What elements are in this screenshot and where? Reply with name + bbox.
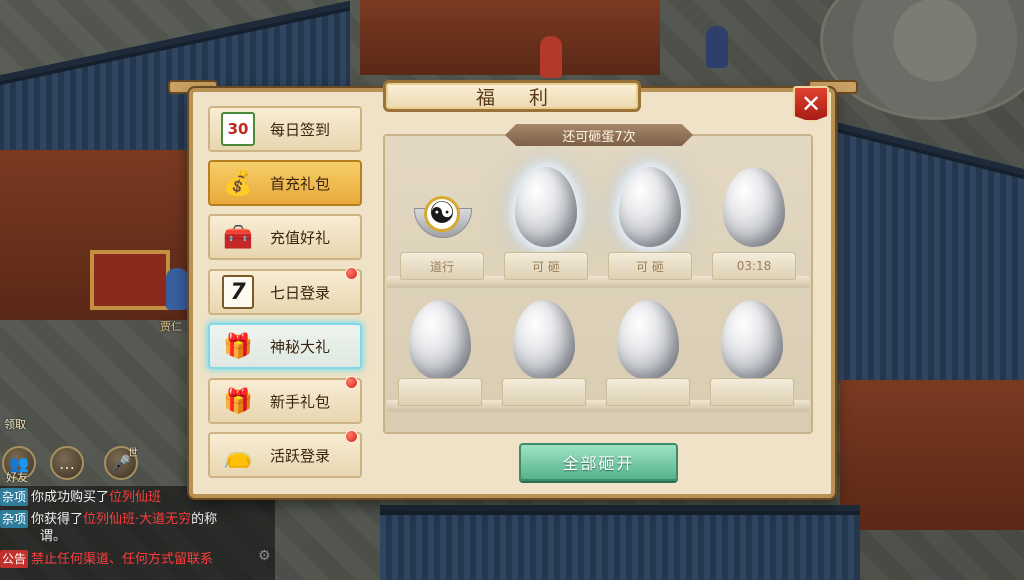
stone-plaza-medallion [820, 0, 1024, 120]
egg-pedestal: 03:18 [712, 252, 796, 280]
menu-item-active-login[interactable]: 👝 活跃登录 [208, 430, 362, 478]
claim-label: 领取 [4, 418, 26, 431]
egg-pedestal: 道行 [400, 252, 484, 280]
chat-bubble-icon: … [59, 453, 75, 473]
remaining-smashes-text: 还可砸蛋7次 [562, 129, 636, 145]
menu-item-mystery-gift[interactable]: 🎁 神秘大礼 [208, 323, 362, 369]
egg-pedestal [398, 378, 482, 406]
calendar-30-icon-face: 30 [221, 112, 255, 146]
menu-item-seven-day-login[interactable]: 7 七日登录 [208, 267, 362, 315]
egg-status-label: 可 砸 [636, 259, 664, 274]
egg-status-label: 可 砸 [532, 259, 560, 274]
remaining-smashes-banner: 还可砸蛋7次 [505, 124, 693, 146]
egg-pedestal [502, 378, 586, 406]
chat-highlight[interactable]: 位列仙班·大道无穷 [83, 512, 191, 527]
calendar-7-icon-face: 7 [222, 275, 254, 309]
mystery-chest-icon: 🎁 [223, 332, 253, 360]
chat-button[interactable]: … [50, 446, 84, 480]
close-button[interactable]: ✕ [793, 86, 829, 122]
voice-channel-label: 世 [128, 448, 138, 459]
egg-pedestal: 可 砸 [608, 252, 692, 280]
chat-text: 你成功购买了 [31, 490, 110, 505]
calendar-30-icon: 30 [218, 109, 258, 149]
chat-text-tail: 的称 [191, 512, 218, 527]
menu-item-label: 神秘大礼 [270, 337, 331, 356]
menu-item-newbie-pack[interactable]: 🎁 新手礼包 [208, 376, 362, 424]
chat-log[interactable]: 杂项 你成功购买了位列仙班 杂项 你获得了位列仙班·大道无穷的称 谓。 公告 禁止任何… [0, 486, 275, 580]
npc-figure[interactable] [706, 26, 728, 68]
menu-item-label: 七日登录 [270, 283, 331, 302]
chat-settings-gear-icon[interactable]: ⚙ [258, 548, 271, 564]
smash-all-button[interactable]: 全部砸开 [519, 443, 678, 481]
chat-line: 公告 禁止任何渠道、任何方式留联系 [0, 550, 213, 569]
chat-line: 谓。 [40, 528, 66, 546]
building-top [360, 0, 660, 75]
notification-dot [345, 376, 358, 389]
menu-item-recharge-gift[interactable]: 🧰 充值好礼 [208, 214, 362, 260]
chat-channel-tag: 杂项 [0, 488, 29, 506]
chat-highlight: 禁止任何渠道、任何方式留联系 [31, 552, 214, 567]
welfare-menu: 30 每日签到 💰 首充礼包 🧰 充值好礼 7 七日登录 🎁 神秘大礼 🎁 新手… [202, 100, 368, 484]
egg-pedestal [710, 378, 794, 406]
gold-coin-bag-icon: 💰 [223, 169, 253, 197]
notification-dot [345, 267, 358, 280]
npc-figure[interactable] [166, 268, 188, 310]
panel-title: 福 利 [475, 86, 563, 109]
friends-label: 好友 [6, 471, 28, 484]
smash-all-label: 全部砸开 [562, 454, 635, 473]
npc-figure[interactable] [540, 36, 562, 78]
chat-line: 杂项 你获得了位列仙班·大道无穷的称 [0, 510, 217, 529]
menu-item-label: 每日签到 [270, 120, 331, 139]
menu-item-label: 新手礼包 [270, 392, 331, 411]
chat-text: 你获得了 [31, 512, 84, 527]
chat-line: 杂项 你成功购买了位列仙班 [0, 488, 161, 507]
red-carpet [90, 250, 170, 310]
egg-timer-label: 03:18 [736, 259, 772, 273]
egg-status-label: 道行 [429, 259, 454, 274]
close-icon: ✕ [800, 90, 822, 118]
notification-dot [345, 430, 358, 443]
egg-pedestal [606, 378, 690, 406]
menu-item-label: 首充礼包 [270, 174, 331, 193]
pavilion-roof-bottom [380, 505, 860, 580]
menu-item-first-recharge[interactable]: 💰 首充礼包 [208, 160, 362, 206]
menu-item-label: 充值好礼 [270, 228, 331, 247]
menu-item-label: 活跃登录 [270, 446, 331, 465]
red-pouch-icon: 👝 [223, 441, 253, 469]
chat-channel-tag: 公告 [0, 550, 29, 568]
panel-title-plate: 福 利 [383, 80, 641, 112]
npc-name-label: 贾仁 [160, 320, 182, 333]
menu-item-daily-checkin[interactable]: 30 每日签到 [208, 106, 362, 152]
chat-text: 谓。 [40, 529, 67, 544]
chat-channel-tag: 杂项 [0, 510, 29, 528]
taoism-reward-icon: ☯ [424, 196, 460, 232]
egg-pedestal: 可 砸 [504, 252, 588, 280]
treasure-chest-icon: 🧰 [223, 223, 253, 251]
gift-box-icon: 🎁 [223, 387, 253, 415]
pavilion-wall-right [840, 380, 1024, 530]
calendar-7-icon: 7 [218, 272, 258, 312]
chat-highlight[interactable]: 位列仙班 [109, 490, 161, 505]
